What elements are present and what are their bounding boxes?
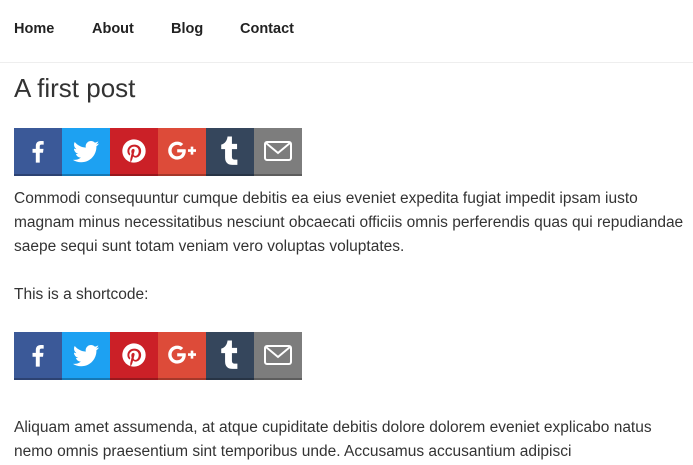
post-paragraph: Aliquam amet assumenda, at atque cupidit…	[14, 419, 652, 460]
email-share-button[interactable]	[254, 332, 302, 380]
email-icon	[264, 141, 292, 161]
tumblr-share-button[interactable]	[206, 332, 254, 380]
twitter-share-button[interactable]	[62, 332, 110, 380]
shortcode-share-bar	[14, 332, 302, 380]
google-plus-icon	[168, 141, 196, 160]
post-paragraph: Commodi consequuntur cumque debitis ea e…	[14, 190, 684, 255]
facebook-share-button[interactable]	[14, 128, 62, 176]
twitter-icon	[72, 345, 100, 367]
top-navigation: Home About Blog Contact	[0, 0, 693, 63]
facebook-share-button[interactable]	[14, 332, 62, 380]
facebook-icon	[32, 345, 44, 367]
share-bar	[14, 128, 302, 176]
nav-link-about[interactable]: About	[92, 20, 134, 38]
google-plus-share-button[interactable]	[158, 332, 206, 380]
email-share-button[interactable]	[254, 128, 302, 176]
tumblr-icon	[221, 340, 238, 369]
pinterest-share-button[interactable]	[110, 332, 158, 380]
pinterest-icon	[122, 139, 146, 163]
twitter-share-button[interactable]	[62, 128, 110, 176]
google-plus-icon	[168, 345, 196, 364]
email-icon	[264, 345, 292, 365]
post-title: A first post	[14, 73, 136, 103]
nav-link-contact[interactable]: Contact	[240, 20, 294, 38]
nav-link-blog[interactable]: Blog	[171, 20, 203, 38]
pinterest-icon	[122, 343, 146, 367]
nav-link-home[interactable]: Home	[14, 20, 54, 38]
google-plus-share-button[interactable]	[158, 128, 206, 176]
tumblr-share-button[interactable]	[206, 128, 254, 176]
shortcode-label: This is a shortcode:	[14, 286, 149, 303]
pinterest-share-button[interactable]	[110, 128, 158, 176]
facebook-icon	[32, 141, 44, 163]
tumblr-icon	[221, 136, 238, 165]
twitter-icon	[72, 141, 100, 163]
